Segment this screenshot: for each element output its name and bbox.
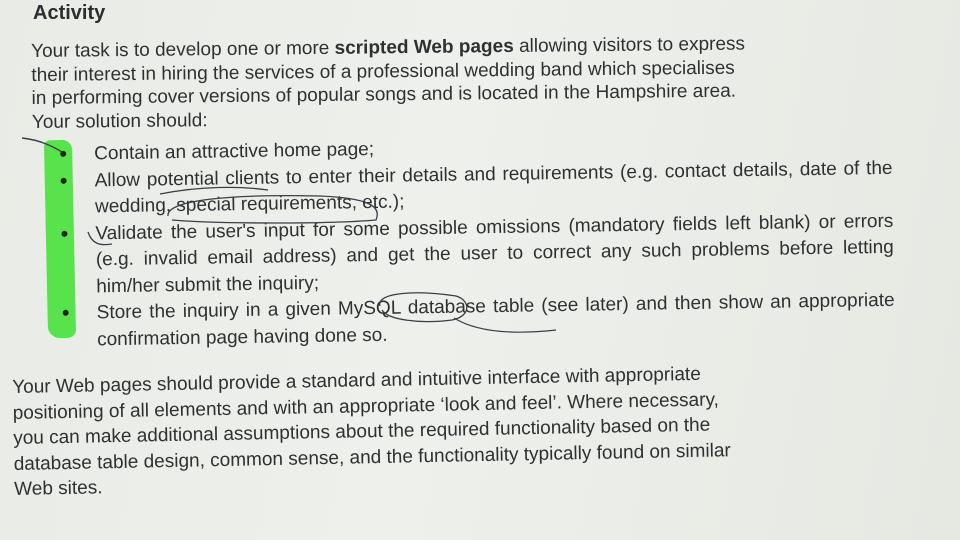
bullet-icon bbox=[60, 150, 67, 157]
bullet-icon bbox=[60, 177, 67, 184]
bullet-icon bbox=[61, 230, 68, 237]
requirements-list: Contain an attractive home page; Allow p… bbox=[52, 129, 895, 354]
activity-heading: Activity bbox=[33, 2, 106, 24]
closing-paragraph: Your Web pages should provide a standard… bbox=[12, 358, 898, 502]
list-item: Validate the user's input for some possi… bbox=[53, 208, 894, 301]
document-page: Activity Your task is to develop one or … bbox=[0, 0, 960, 540]
intro-paragraph: Your task is to develop one or more scri… bbox=[31, 31, 912, 134]
scripted-web-pages-emphasis: scripted Web pages bbox=[334, 35, 514, 59]
bullet-icon bbox=[62, 309, 69, 316]
